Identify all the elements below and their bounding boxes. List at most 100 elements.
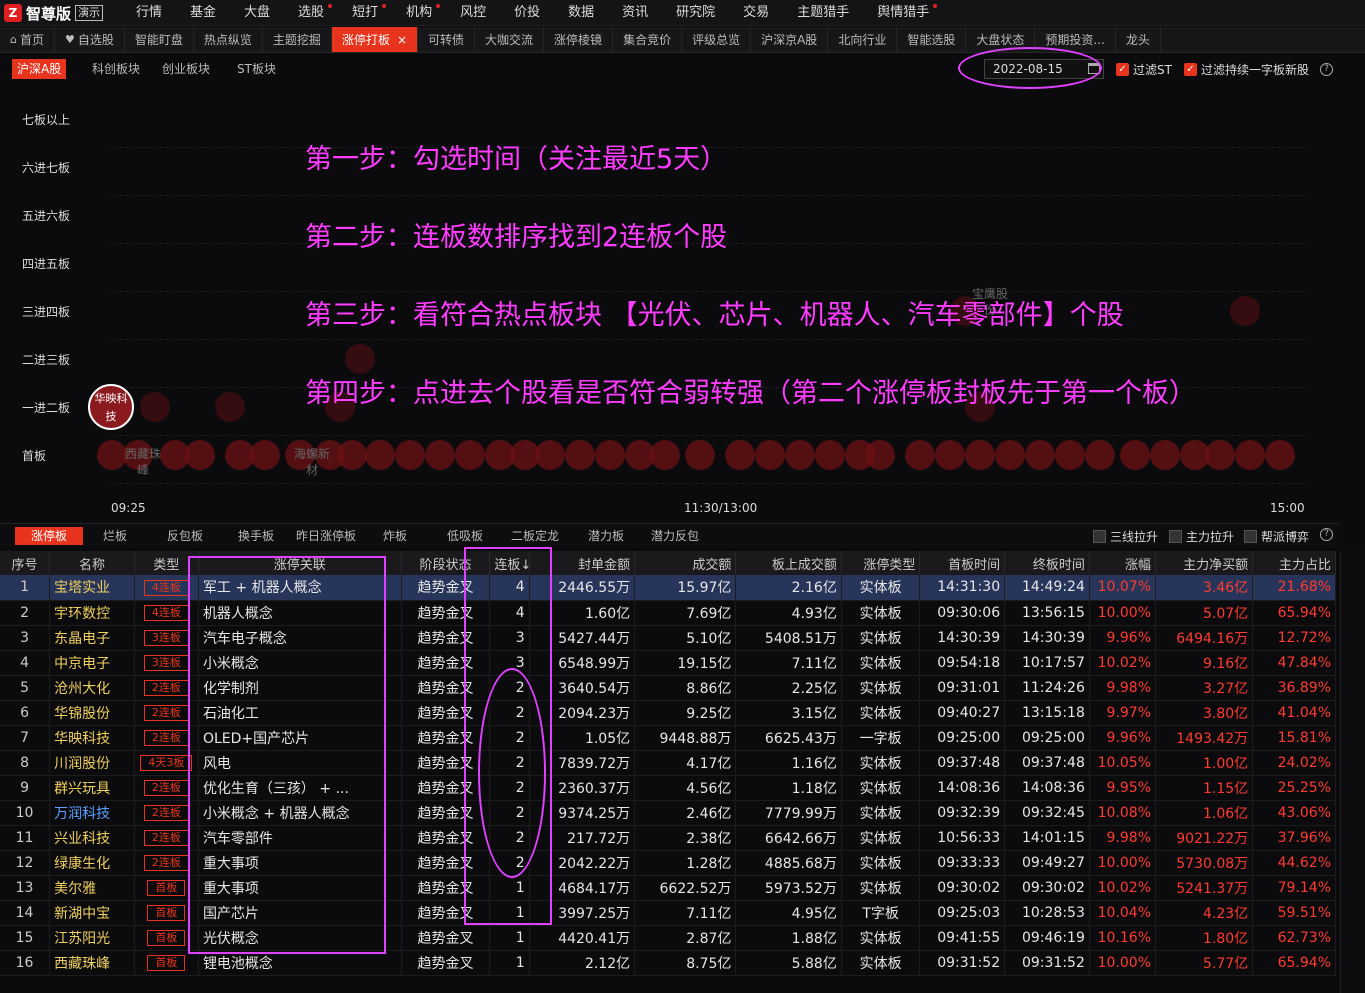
bubble-label: 海螺新材 bbox=[293, 447, 330, 477]
tab-10[interactable]: 评级总览 bbox=[682, 27, 752, 52]
tab-11[interactable]: 沪深京A股 bbox=[751, 27, 829, 52]
subtab-st[interactable]: ST板块 bbox=[232, 59, 281, 79]
stock-bubble[interactable] bbox=[1120, 440, 1150, 470]
board-tab-8[interactable]: 潜力板 bbox=[585, 527, 627, 545]
stock-bubble[interactable] bbox=[725, 440, 755, 470]
stock-bubble[interactable] bbox=[215, 392, 245, 422]
stock-bubble[interactable] bbox=[250, 440, 280, 470]
menu-item-9[interactable]: 资讯 bbox=[608, 0, 662, 26]
tab-13[interactable]: 智能选股 bbox=[897, 27, 967, 52]
menu-item-13[interactable]: 舆情猎手 bbox=[863, 0, 943, 26]
tab-6[interactable]: 可转债 bbox=[418, 27, 476, 52]
board-tab-1[interactable]: 烂板 bbox=[100, 527, 130, 545]
board-tab-2[interactable]: 反包板 bbox=[164, 527, 206, 545]
stock-bubble[interactable] bbox=[395, 440, 425, 470]
stock-bubble[interactable] bbox=[1205, 440, 1235, 470]
tab-16[interactable]: 龙头 bbox=[1116, 27, 1161, 52]
stock-bubble[interactable] bbox=[905, 440, 935, 470]
tab-8[interactable]: 涨停棱镜 bbox=[544, 27, 614, 52]
help-icon[interactable]: ? bbox=[1320, 63, 1333, 76]
col-header-9[interactable]: 涨停类型 bbox=[841, 551, 921, 575]
board-tab-7[interactable]: 二板定龙 bbox=[508, 527, 562, 545]
menu-item-8[interactable]: 数据 bbox=[554, 0, 608, 26]
board-tab-0[interactable]: 涨停板 bbox=[15, 527, 84, 545]
menu-item-11[interactable]: 交易 bbox=[729, 0, 783, 26]
tab-4[interactable]: 主题挖掘 bbox=[263, 27, 332, 52]
stock-bubble[interactable] bbox=[785, 440, 815, 470]
board-tab-6[interactable]: 低吸板 bbox=[444, 527, 486, 545]
stock-bubble[interactable] bbox=[685, 440, 715, 470]
menu-item-3[interactable]: 选股 bbox=[284, 0, 338, 26]
stock-bubble[interactable] bbox=[595, 440, 625, 470]
stock-bubble[interactable] bbox=[1055, 440, 1085, 470]
stock-bubble[interactable] bbox=[1085, 440, 1115, 470]
stock-bubble[interactable] bbox=[1265, 440, 1295, 470]
board-tab-4[interactable]: 昨日涨停板 bbox=[293, 527, 359, 545]
menu-item-1[interactable]: 基金 bbox=[176, 0, 230, 26]
stock-bubble[interactable] bbox=[965, 440, 995, 470]
stock-bubble[interactable] bbox=[365, 440, 395, 470]
col-header-7[interactable]: 成交额 bbox=[634, 551, 737, 575]
subtab-hs-a[interactable]: 沪深A股 bbox=[12, 59, 67, 79]
col-header-10[interactable]: 首板时间 bbox=[919, 551, 1006, 575]
tab-3[interactable]: 热点纵览 bbox=[194, 27, 263, 52]
row-label-4: 三进四板 bbox=[22, 305, 71, 319]
stock-bubble[interactable] bbox=[345, 344, 375, 374]
stock-bubble[interactable] bbox=[865, 440, 895, 470]
stock-bubble[interactable] bbox=[535, 440, 565, 470]
menu-item-10[interactable]: 研究院 bbox=[662, 0, 729, 26]
menu-item-2[interactable]: 大盘 bbox=[230, 0, 284, 26]
stock-bubble[interactable] bbox=[337, 440, 367, 470]
subtab-kechuang[interactable]: 科创板块 bbox=[87, 59, 145, 79]
stock-bubble[interactable] bbox=[1150, 440, 1180, 470]
menu-item-6[interactable]: 风控 bbox=[446, 0, 500, 26]
menu-item-4[interactable]: 短打 bbox=[338, 0, 392, 26]
tab-0[interactable]: ⌂ 首页 bbox=[0, 27, 55, 52]
tab-9[interactable]: 集合竞价 bbox=[613, 27, 683, 52]
main-menu: 行情 基金 大盘 选股 短打 机构 风控 价投 数据 资讯 研究院 交易 主题猎手 舆情猎手 bbox=[122, 0, 943, 26]
col-header-14[interactable]: 主力占比 bbox=[1252, 551, 1336, 575]
stock-name: 华锦股份 bbox=[49, 700, 135, 726]
stock-bubble[interactable] bbox=[995, 440, 1025, 470]
stock-bubble[interactable] bbox=[935, 440, 965, 470]
stock-bubble[interactable] bbox=[815, 440, 845, 470]
menu-item-5[interactable]: 机构 bbox=[392, 0, 446, 26]
stock-bubble[interactable] bbox=[565, 440, 595, 470]
stock-bubble[interactable] bbox=[455, 440, 485, 470]
board-tab-9[interactable]: 潜力反包 bbox=[648, 527, 702, 545]
tab-2[interactable]: 智能盯盘 bbox=[125, 27, 194, 52]
help-icon[interactable]: ? bbox=[1320, 528, 1333, 541]
filter-bangpai[interactable]: 帮派博弈 bbox=[1244, 528, 1309, 545]
board-badge: 2连板 bbox=[143, 805, 189, 821]
stock-bubble[interactable] bbox=[425, 440, 455, 470]
col-header-11[interactable]: 终板时间 bbox=[1004, 551, 1090, 575]
stock-bubble[interactable] bbox=[1230, 296, 1260, 326]
col-header-13[interactable]: 主力净买额 bbox=[1155, 551, 1254, 575]
col-header-0[interactable]: 序号 bbox=[0, 551, 51, 575]
subtab-chuangye[interactable]: 创业板块 bbox=[157, 59, 215, 79]
tab-12[interactable]: 北向行业 bbox=[828, 27, 898, 52]
tab-1[interactable]: ♥ 自选股 bbox=[55, 27, 125, 52]
filter-yizi-checkbox[interactable]: ✓ 过滤持续一字板新股 bbox=[1184, 61, 1309, 78]
filter-zhuli[interactable]: 主力拉升 bbox=[1169, 528, 1234, 545]
board-tab-3[interactable]: 换手板 bbox=[235, 527, 277, 545]
stock-bubble[interactable] bbox=[1235, 440, 1265, 470]
stock-bubble[interactable] bbox=[650, 440, 680, 470]
filter-st-checkbox[interactable]: ✓ 过滤ST bbox=[1116, 61, 1172, 78]
filter-sanxian[interactable]: 三线拉升 bbox=[1093, 528, 1158, 545]
highlight-bubble-huaying[interactable]: 华映科技 bbox=[88, 384, 134, 430]
col-header-12[interactable]: 涨幅 bbox=[1089, 551, 1157, 575]
menu-item-7[interactable]: 价投 bbox=[500, 0, 554, 26]
close-icon[interactable]: × bbox=[397, 27, 407, 53]
board-tab-5[interactable]: 炸板 bbox=[380, 527, 410, 545]
stock-bubble[interactable] bbox=[185, 440, 215, 470]
col-header-1[interactable]: 名称 bbox=[49, 551, 135, 575]
stock-bubble[interactable] bbox=[1025, 440, 1055, 470]
tab-7[interactable]: 大咖交流 bbox=[475, 27, 545, 52]
menu-item-0[interactable]: 行情 bbox=[122, 0, 176, 26]
col-header-8[interactable]: 板上成交额 bbox=[735, 551, 842, 575]
tab-5[interactable]: 涨停打板 × bbox=[331, 27, 419, 53]
stock-bubble[interactable] bbox=[140, 392, 170, 422]
menu-item-12[interactable]: 主题猎手 bbox=[783, 0, 863, 26]
stock-bubble[interactable] bbox=[755, 440, 785, 470]
